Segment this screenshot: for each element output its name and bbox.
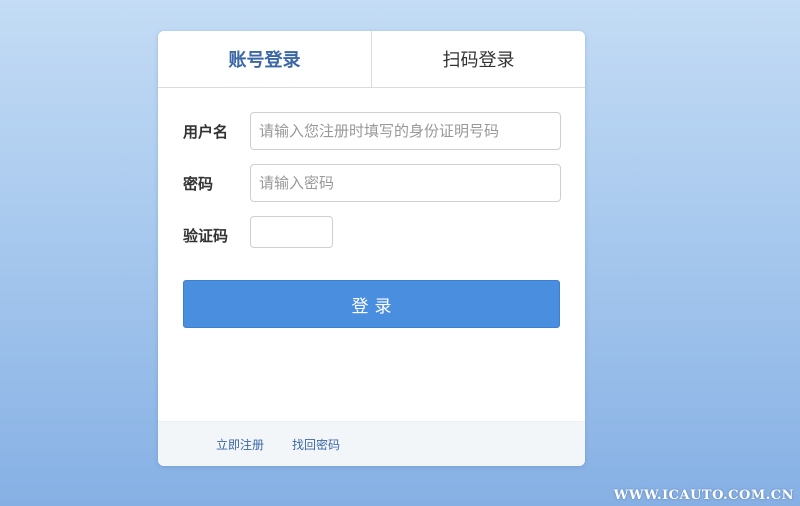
login-button[interactable]: 登录: [183, 280, 560, 328]
password-label: 密码: [183, 175, 214, 193]
login-form: 用户名 密码 验证码 登录: [158, 88, 585, 388]
password-input[interactable]: [250, 164, 561, 202]
captcha-label: 验证码: [183, 227, 229, 245]
username-label: 用户名: [183, 123, 229, 141]
tab-qr-login[interactable]: 扫码登录: [372, 31, 585, 87]
tab-account-login[interactable]: 账号登录: [158, 31, 371, 87]
card-footer: 立即注册 找回密码: [158, 421, 585, 466]
username-input[interactable]: [250, 112, 561, 150]
register-link[interactable]: 立即注册: [216, 436, 264, 453]
login-tabs: 账号登录 扫码登录: [158, 31, 585, 88]
site-watermark: WWW.ICAUTO.COM.CN: [613, 488, 794, 503]
login-card: 账号登录 扫码登录 用户名 密码 验证码 登录 立即注册 找回密码: [158, 31, 585, 466]
captcha-input[interactable]: [250, 216, 333, 248]
recover-password-link[interactable]: 找回密码: [292, 436, 340, 453]
